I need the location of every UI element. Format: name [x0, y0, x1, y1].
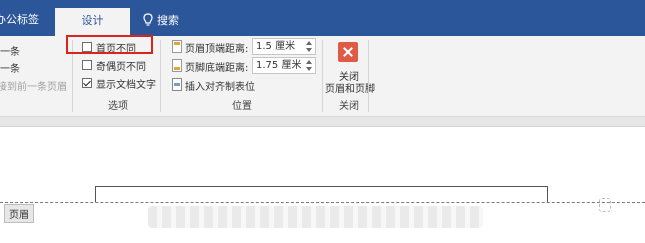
header-tag: 页眉 [4, 204, 34, 223]
header-region-outline [95, 186, 548, 202]
previous-section-button[interactable]: 一条 [0, 43, 20, 58]
tell-me-search[interactable]: 搜索 [157, 12, 179, 28]
close-icon[interactable] [338, 42, 358, 62]
show-document-text-label: 显示文档文字 [96, 80, 156, 91]
tab-office-tabs[interactable]: 办公标签 [0, 11, 39, 27]
spin-arrows-icon[interactable] [305, 59, 313, 72]
paragraph-mark-icon [599, 198, 611, 212]
group-divider [160, 40, 161, 112]
footer-position-icon [172, 59, 182, 72]
header-top-distance-value: 1.5 厘米 [256, 41, 296, 52]
footer-bottom-distance-input[interactable]: 1.75 厘米 [252, 57, 316, 74]
spin-arrows-icon[interactable] [305, 40, 313, 53]
options-group-label: 选项 [108, 101, 128, 112]
different-odd-even-label: 奇偶页不同 [96, 62, 146, 73]
insert-tab-icon [172, 78, 182, 91]
header-position-icon [172, 40, 182, 53]
highlight-box [66, 35, 153, 54]
insert-alignment-tab-button[interactable]: 插入对齐制表位 [185, 78, 255, 93]
header-top-distance-input[interactable]: 1.5 厘米 [252, 38, 316, 55]
tab-design[interactable]: 设计 [55, 8, 130, 36]
group-divider [322, 40, 323, 112]
footer-bottom-distance-label: 页脚底端距离: [185, 63, 249, 74]
close-group-label: 关闭 [339, 101, 359, 112]
next-section-button[interactable]: 一条 [0, 60, 20, 75]
header-boundary-line [0, 202, 645, 203]
different-odd-even-checkbox[interactable] [82, 60, 92, 70]
position-group-label: 位置 [232, 101, 252, 112]
show-document-text-checkbox[interactable] [82, 78, 92, 88]
ruler-strip [0, 117, 645, 127]
header-top-distance-label: 页眉顶端距离: [185, 44, 249, 55]
lightbulb-icon [143, 13, 153, 26]
group-divider [368, 40, 369, 112]
link-to-previous-button[interactable]: 接到前一条页眉 [0, 78, 67, 93]
footer-bottom-distance-value: 1.75 厘米 [256, 60, 302, 71]
blurred-document-text [148, 206, 483, 228]
